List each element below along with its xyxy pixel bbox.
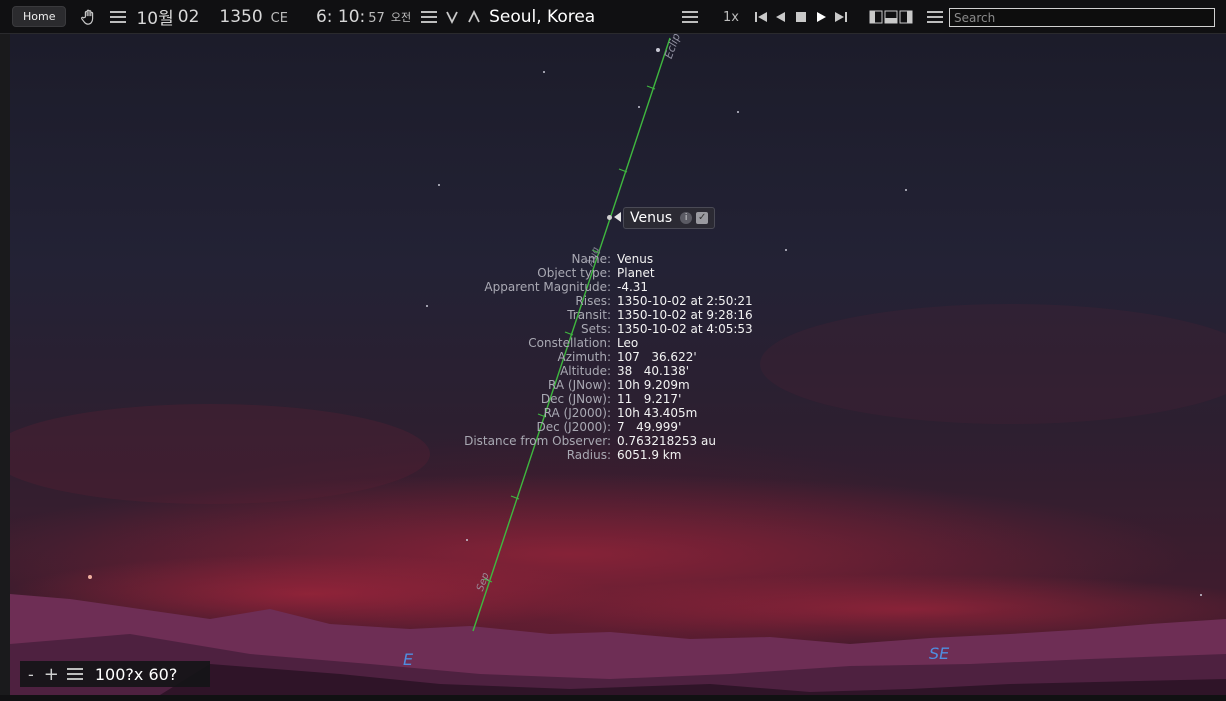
star xyxy=(466,539,468,541)
time-ampm[interactable]: 오전 xyxy=(391,9,411,25)
info-key: Radius: xyxy=(566,448,611,462)
info-value: 10h 43.405m xyxy=(617,406,698,420)
main-menu-icon[interactable] xyxy=(927,11,943,23)
info-key: Rises: xyxy=(575,294,611,308)
info-value: 7 49.999' xyxy=(617,420,682,434)
info-key: RA (J2000): xyxy=(543,406,611,420)
info-value: 1350-10-02 at 4:05:53 xyxy=(617,322,753,336)
bottom-bar xyxy=(0,695,1226,701)
fov-value: 100?x 60? xyxy=(94,664,178,684)
venus-marker[interactable] xyxy=(607,215,612,220)
era: CE xyxy=(270,11,288,26)
info-key: Constellation: xyxy=(528,336,611,350)
view-menu-icon[interactable] xyxy=(682,11,698,23)
chevron-down-icon[interactable] xyxy=(445,10,459,24)
info-value: 1350-10-02 at 9:28:16 xyxy=(617,308,753,322)
stop-icon[interactable] xyxy=(793,10,809,24)
star xyxy=(905,189,907,191)
home-button[interactable]: Home xyxy=(12,6,67,27)
info-row: RA (J2000): 10h 43.405m xyxy=(440,406,753,420)
star xyxy=(737,111,739,113)
info-value: Venus xyxy=(617,252,654,266)
chevron-up-icon[interactable] xyxy=(467,9,481,24)
top-toolbar: Home 10월 02 1350 CE 6: 10: 57 오전 Seoul, … xyxy=(0,0,1226,34)
date-menu-icon[interactable] xyxy=(110,10,127,23)
object-label-name: Venus xyxy=(630,210,673,226)
layout-toggle-icon[interactable] xyxy=(869,10,913,24)
rewind-icon[interactable] xyxy=(773,10,789,24)
info-value: 38 40.138' xyxy=(617,364,689,378)
info-key: Altitude: xyxy=(560,364,611,378)
time-speed: 1x xyxy=(723,10,739,25)
info-key: Sets: xyxy=(581,322,611,336)
info-key: Azimuth: xyxy=(557,350,612,364)
info-key: Dec (JNow): xyxy=(540,392,611,406)
fov-panel: - + 100?x 60? xyxy=(20,661,210,687)
info-value: Planet xyxy=(617,266,655,280)
checkbox-icon[interactable]: ✓ xyxy=(696,212,709,224)
object-info-panel: Name: Venus Object type: Planet Apparent Mag… xyxy=(440,252,753,462)
info-row: Dec (J2000): 7 49.999' xyxy=(440,420,753,434)
info-key: Distance from Observer: xyxy=(464,434,611,448)
info-row: Transit: 1350-10-02 at 9:28:16 xyxy=(440,308,753,322)
object-label[interactable]: Venus i ✓ xyxy=(623,207,716,229)
location-label[interactable]: Seoul, Korea xyxy=(489,7,595,27)
info-key: Transit: xyxy=(567,308,611,322)
info-row: Radius: 6051.9 km xyxy=(440,448,753,462)
info-row: Object type: Planet xyxy=(440,266,753,280)
date-month[interactable]: 10월 xyxy=(136,4,173,29)
info-key: Name: xyxy=(571,252,611,266)
skip-back-icon[interactable] xyxy=(753,10,769,24)
info-row: Distance from Observer: 0.763218253 au xyxy=(440,434,753,448)
compass-southeast: SE xyxy=(929,644,950,663)
skip-forward-icon[interactable] xyxy=(833,10,849,24)
info-key: Object type: xyxy=(537,266,611,280)
search-input[interactable] xyxy=(949,8,1215,27)
date-day[interactable]: 02 xyxy=(178,7,200,27)
play-icon[interactable] xyxy=(813,10,829,24)
info-row: Sets: 1350-10-02 at 4:05:53 xyxy=(440,322,753,336)
info-value: 0.763218253 au xyxy=(617,434,716,448)
info-value: Leo xyxy=(617,336,639,350)
star xyxy=(438,184,440,186)
info-key: RA (JNow): xyxy=(548,378,611,392)
info-row: Dec (JNow): 11 9.217' xyxy=(440,392,753,406)
hand-pan-icon[interactable] xyxy=(80,8,98,26)
info-row: Apparent Magnitude: -4.31 xyxy=(440,280,753,294)
info-value: 10h 9.209m xyxy=(617,378,690,392)
zoom-out-button[interactable]: - xyxy=(28,665,34,684)
info-icon[interactable]: i xyxy=(680,212,693,224)
info-row: Rises: 1350-10-02 at 2:50:21 xyxy=(440,294,753,308)
info-row: RA (JNow): 10h 9.209m xyxy=(440,378,753,392)
star xyxy=(426,305,428,307)
info-row: Azimuth: 107 36.622' xyxy=(440,350,753,364)
info-row: Constellation: Leo xyxy=(440,336,753,350)
star xyxy=(785,249,787,251)
info-value: 6051.9 km xyxy=(617,448,682,462)
fov-menu-icon[interactable] xyxy=(66,668,83,680)
star xyxy=(656,48,660,52)
info-value: -4.31 xyxy=(617,280,649,294)
info-key: Apparent Magnitude: xyxy=(484,280,611,294)
compass-east: E xyxy=(403,650,414,669)
year[interactable]: 1350 xyxy=(219,7,262,27)
star xyxy=(543,71,545,73)
star xyxy=(88,575,92,579)
time-hours-minutes[interactable]: 6: 10: xyxy=(316,7,365,27)
info-key: Dec (J2000): xyxy=(536,420,611,434)
time-seconds[interactable]: 57 xyxy=(368,11,385,26)
pointer-icon xyxy=(614,212,621,222)
zoom-in-button[interactable]: + xyxy=(44,664,59,685)
info-value: 1350-10-02 at 2:50:21 xyxy=(617,294,753,308)
info-value: 107 36.622' xyxy=(617,350,697,364)
info-row: Altitude: 38 40.138' xyxy=(440,364,753,378)
star xyxy=(1200,594,1202,596)
time-menu-icon[interactable] xyxy=(421,10,438,23)
info-row: Name: Venus xyxy=(440,252,753,266)
star xyxy=(638,106,640,108)
info-value: 11 9.217' xyxy=(617,392,682,406)
